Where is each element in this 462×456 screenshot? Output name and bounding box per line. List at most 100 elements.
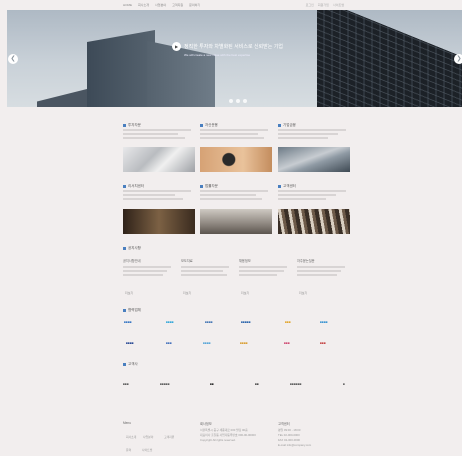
slider-dots: [229, 99, 247, 103]
partner-logo[interactable]: ■■■■: [124, 319, 132, 326]
footer-menu-title: Menu: [123, 421, 131, 425]
client-logo[interactable]: ■■: [255, 381, 259, 388]
more-link[interactable]: 더보기: [241, 291, 249, 295]
service-thumbnail[interactable]: [200, 147, 272, 172]
text-line: [278, 194, 336, 196]
text-line: [297, 270, 341, 272]
service-title[interactable]: 법률자문: [200, 184, 218, 189]
more-link[interactable]: 더보기: [125, 291, 133, 295]
text-line: [200, 194, 256, 196]
service-title[interactable]: 리서치센터: [123, 184, 144, 189]
text-line: [123, 129, 191, 131]
service-title[interactable]: 고객센터: [278, 184, 296, 189]
building-image: [317, 10, 462, 107]
utility-links: 로그인 회원가입 사이트맵: [306, 3, 344, 7]
text-line: [239, 274, 277, 276]
partner-logo[interactable]: ■■■■: [166, 319, 174, 326]
text-line: [297, 274, 337, 276]
text-line: [123, 190, 191, 192]
text-line: [123, 194, 175, 196]
partner-logo[interactable]: ■■■■: [203, 340, 211, 347]
next-arrow-icon[interactable]: ❯: [454, 54, 462, 64]
bullet-icon: [123, 363, 126, 366]
service-thumbnail[interactable]: [278, 209, 350, 234]
building-image: [87, 30, 155, 107]
footer-link[interactable]: 고객지원: [164, 435, 174, 439]
bullet-icon: [123, 247, 126, 250]
footer-info-line: 서울특별시 중구 세종대로 000 빌딩 00층: [200, 428, 248, 432]
menu-item-business[interactable]: 사업분야: [155, 3, 166, 7]
footer-link[interactable]: 문의: [126, 448, 131, 452]
menu-item-about[interactable]: 회사소개: [138, 3, 149, 7]
text-line: [123, 198, 183, 200]
footer-info-title: 회사정보: [200, 422, 212, 426]
text-line: [239, 266, 287, 268]
partner-logo[interactable]: ■■■: [166, 340, 172, 347]
partner-logo[interactable]: ■■■: [320, 340, 326, 347]
partner-logo[interactable]: ■■■: [285, 319, 291, 326]
more-link[interactable]: 더보기: [299, 291, 307, 295]
prev-arrow-icon[interactable]: ❮: [8, 54, 18, 64]
footer-contact-line: E-mail info@company.com: [278, 443, 312, 447]
notice-column-title[interactable]: 채용정보: [239, 258, 251, 263]
notice-column-title[interactable]: 보도자료: [181, 258, 193, 263]
partner-logo[interactable]: ■■■■: [320, 319, 328, 326]
text-line: [278, 133, 338, 135]
service-thumbnail[interactable]: [200, 209, 272, 234]
text-line: [181, 274, 227, 276]
slider-dot[interactable]: [236, 99, 240, 103]
service-title[interactable]: 기업금융: [278, 123, 296, 128]
hero-slider: ❮ ❯ ▶ 정직한 투자와 차별화된 서비스로 신뢰받는 기업 We will …: [7, 10, 462, 107]
service-title[interactable]: 투자자문: [123, 123, 141, 128]
play-icon[interactable]: ▶: [172, 42, 181, 51]
text-line: [200, 133, 258, 135]
service-thumbnail[interactable]: [278, 147, 350, 172]
hero-headline: 정직한 투자와 차별화된 서비스로 신뢰받는 기업: [184, 44, 283, 50]
sitemap-link[interactable]: 사이트맵: [333, 3, 344, 7]
footer-link[interactable]: 회사소개: [126, 435, 136, 439]
notice-column-title[interactable]: 공지사항안내: [123, 258, 141, 263]
text-line: [200, 137, 264, 139]
client-logo[interactable]: ■■■: [123, 381, 129, 388]
text-line: [278, 129, 346, 131]
client-logo[interactable]: ■: [343, 381, 345, 388]
client-logo[interactable]: ■■: [210, 381, 214, 388]
text-line: [200, 190, 268, 192]
text-line: [278, 137, 328, 139]
menu-item-home[interactable]: HOME: [123, 3, 132, 7]
footer-contact-line: TEL 02-000-0000: [278, 433, 300, 437]
text-line: [181, 270, 223, 272]
partner-logo[interactable]: ■■■■: [126, 340, 134, 347]
more-link[interactable]: 더보기: [183, 291, 191, 295]
partner-logo[interactable]: ■■■■■: [241, 319, 251, 326]
text-line: [181, 266, 229, 268]
service-thumbnail[interactable]: [123, 147, 195, 172]
login-link[interactable]: 로그인: [306, 3, 314, 7]
menu-item-contact[interactable]: 문의하기: [189, 3, 200, 7]
bullet-icon: [123, 309, 126, 312]
partner-logo[interactable]: ■■■■: [205, 319, 213, 326]
text-line: [200, 198, 262, 200]
text-line: [123, 266, 171, 268]
partners-section-title: 협력업체: [123, 308, 141, 313]
text-line: [200, 129, 268, 131]
join-link[interactable]: 회원가입: [318, 3, 329, 7]
client-logo[interactable]: ■■■■■: [160, 381, 170, 388]
slider-dot[interactable]: [243, 99, 247, 103]
footer-link[interactable]: 사업분야: [143, 435, 153, 439]
notice-column-title[interactable]: 자주묻는질문: [297, 258, 315, 263]
partner-logo[interactable]: ■■■: [284, 340, 290, 347]
building-image: [147, 40, 215, 107]
service-thumbnail[interactable]: [123, 209, 195, 234]
bullet-icon: [200, 124, 203, 127]
footer-link[interactable]: 사이트맵: [142, 448, 152, 452]
client-logo[interactable]: ■■■■■■: [290, 381, 302, 388]
slider-dot[interactable]: [229, 99, 233, 103]
menu-item-support[interactable]: 고객지원: [172, 3, 183, 7]
partner-logo[interactable]: ■■■■: [240, 340, 248, 347]
hero-subline: We will create a new value with the best…: [184, 53, 251, 57]
text-line: [123, 274, 163, 276]
service-title[interactable]: 자산운용: [200, 123, 218, 128]
bullet-icon: [278, 124, 281, 127]
footer-contact-line: 평일 09:00 - 18:00: [278, 428, 301, 432]
